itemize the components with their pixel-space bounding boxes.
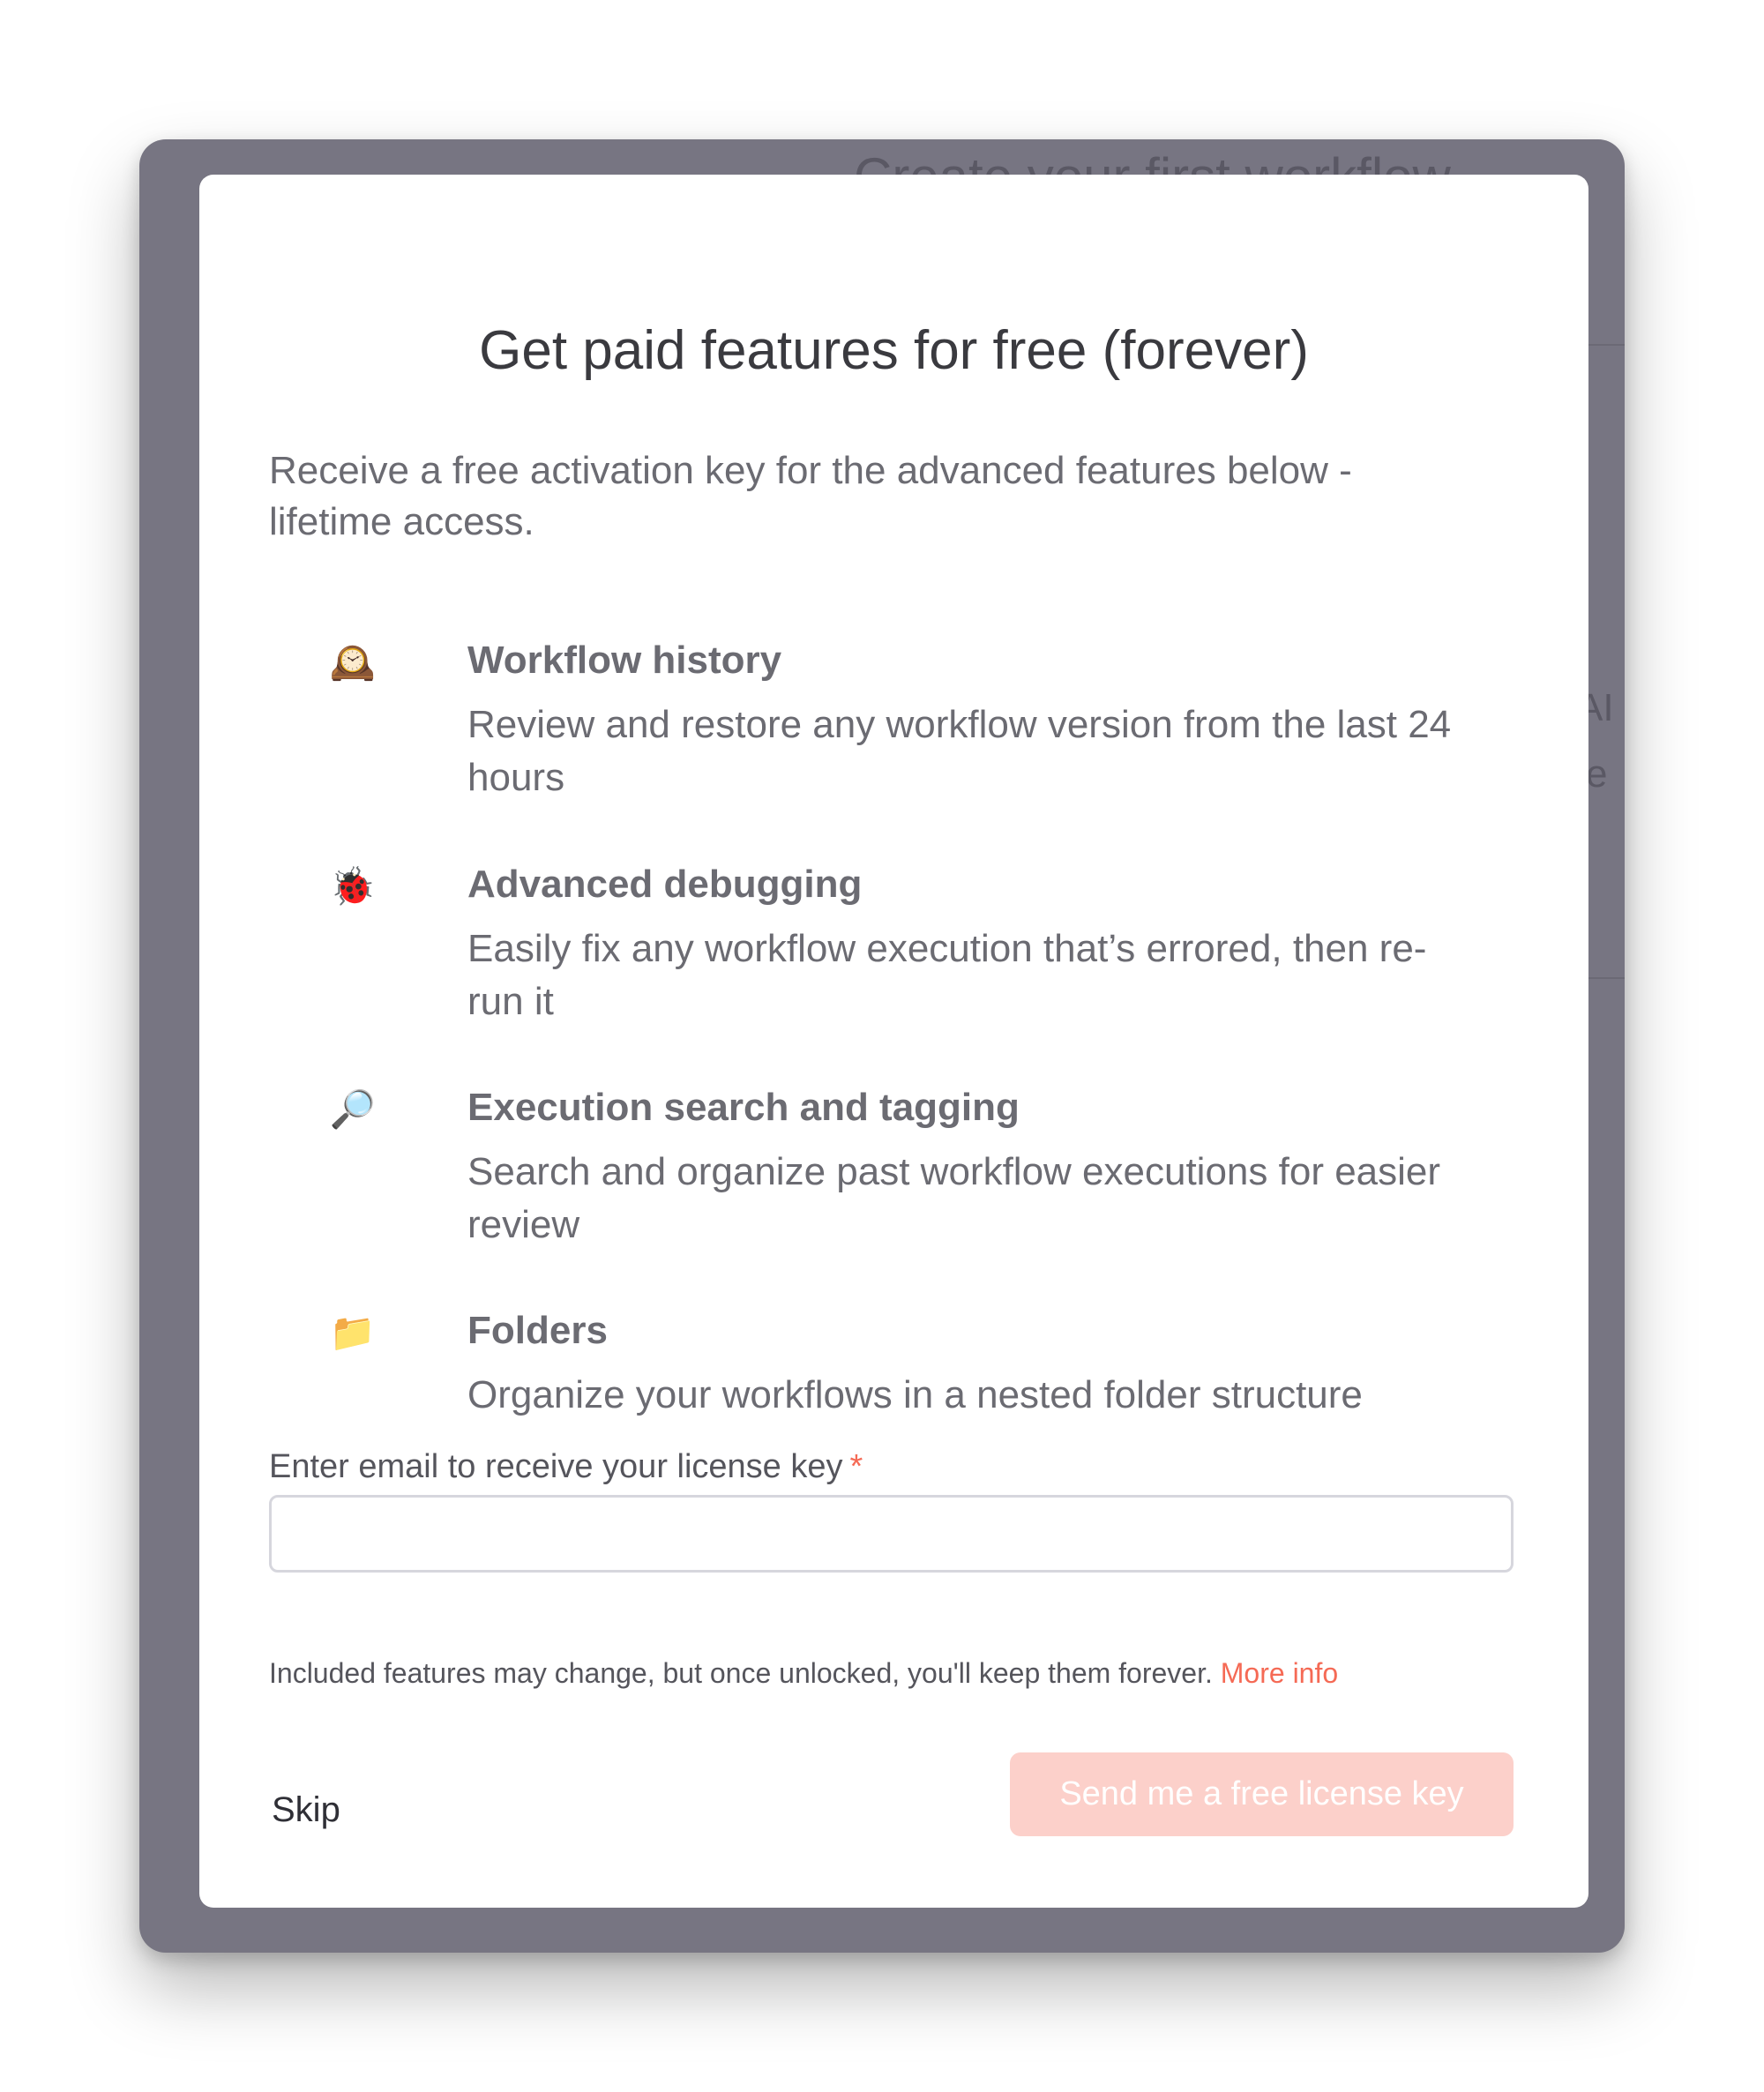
feature-name: Workflow history [467,639,782,682]
folder-icon: 📁 [329,1311,377,1353]
feature-name: Folders [467,1309,608,1352]
feature-description: Organize your workflows in a nested fold… [467,1373,1363,1416]
send-license-key-button[interactable]: Send me a free license key [1010,1752,1514,1836]
modal-title: Get paid features for free (forever) [479,320,1309,381]
features-note: Included features may change, but once u… [269,1655,1338,1692]
feature-description: Easily fix any workflow execution that’s… [467,927,1427,1023]
note-text: Included features may change, but once u… [269,1657,1213,1689]
mantelpiece-clock-icon: 🕰️ [329,641,377,683]
background-fragment: e [1586,752,1608,796]
feature-name: Advanced debugging [467,863,863,906]
ladybug-icon: 🐞 [329,865,377,907]
skip-button[interactable]: Skip [272,1787,340,1833]
modal-intro: Receive a free activation key for the ad… [269,449,1352,543]
email-label-text: Enter email to receive your license key [269,1448,843,1485]
feature-description: Search and organize past workflow execut… [467,1150,1441,1246]
more-info-link[interactable]: More info [1221,1657,1338,1689]
email-field-label: Enter email to receive your license key * [269,1445,863,1489]
email-field[interactable] [269,1495,1514,1573]
required-marker: * [849,1448,863,1485]
feature-description: Review and restore any workflow version … [467,703,1452,799]
app-window-backdrop: Create your first workflow AI e Get paid… [139,139,1625,1953]
feature-name: Execution search and tagging [467,1086,1020,1129]
license-key-modal: Get paid features for free (forever) Rec… [199,175,1588,1908]
magnifying-glass-icon: 🔎 [329,1088,377,1130]
